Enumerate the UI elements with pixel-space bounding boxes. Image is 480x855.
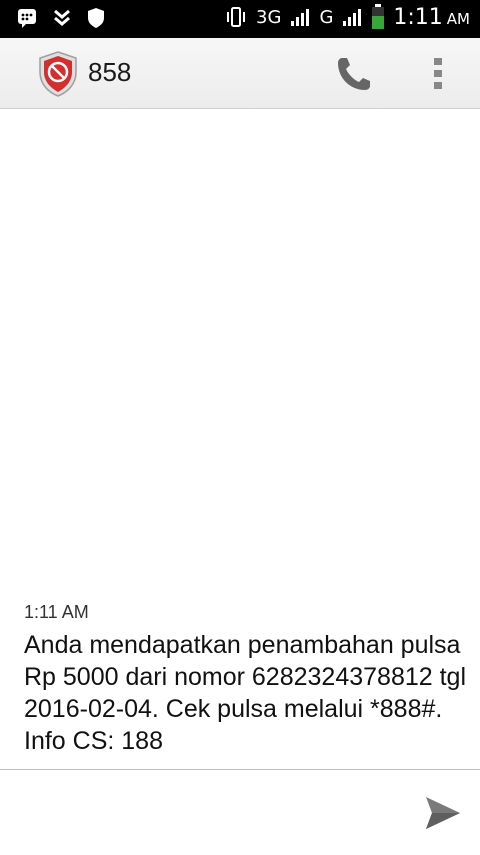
download-chevron-icon	[54, 9, 70, 26]
status-bar-system: 3G G 1:11 AM	[224, 4, 470, 30]
clock-time: 1:11	[393, 4, 443, 30]
status-bar-notifications	[16, 7, 106, 29]
shield-icon	[88, 8, 104, 28]
overflow-menu-icon[interactable]	[424, 56, 452, 92]
status-bar: 3G G 1:11 AM	[0, 0, 480, 38]
phone-icon[interactable]	[332, 54, 376, 94]
compose-bar	[0, 769, 480, 855]
signal-icon-1	[291, 9, 310, 26]
message-body: Anda mendapatkan penambahan pulsa Rp 500…	[24, 631, 467, 755]
bbm-icon	[18, 9, 36, 28]
network-type-1: 3G	[256, 6, 282, 28]
signal-icon-2	[343, 9, 362, 26]
clock-ampm: AM	[446, 9, 470, 28]
compose-input[interactable]	[20, 780, 404, 846]
clock: 1:11 AM	[393, 5, 470, 30]
vibrate-icon	[227, 7, 246, 27]
app-shield-icon[interactable]	[36, 50, 80, 98]
network-type-2: G	[319, 6, 334, 28]
message-thread[interactable]: 1:11 AM Anda mendapatkan penambahan puls…	[0, 109, 480, 769]
app-bar: 858	[0, 38, 480, 109]
conversation-title: 858	[88, 57, 132, 87]
message-timestamp: 1:11 AM	[24, 602, 89, 622]
battery-icon	[372, 4, 385, 29]
send-icon[interactable]	[424, 794, 462, 832]
